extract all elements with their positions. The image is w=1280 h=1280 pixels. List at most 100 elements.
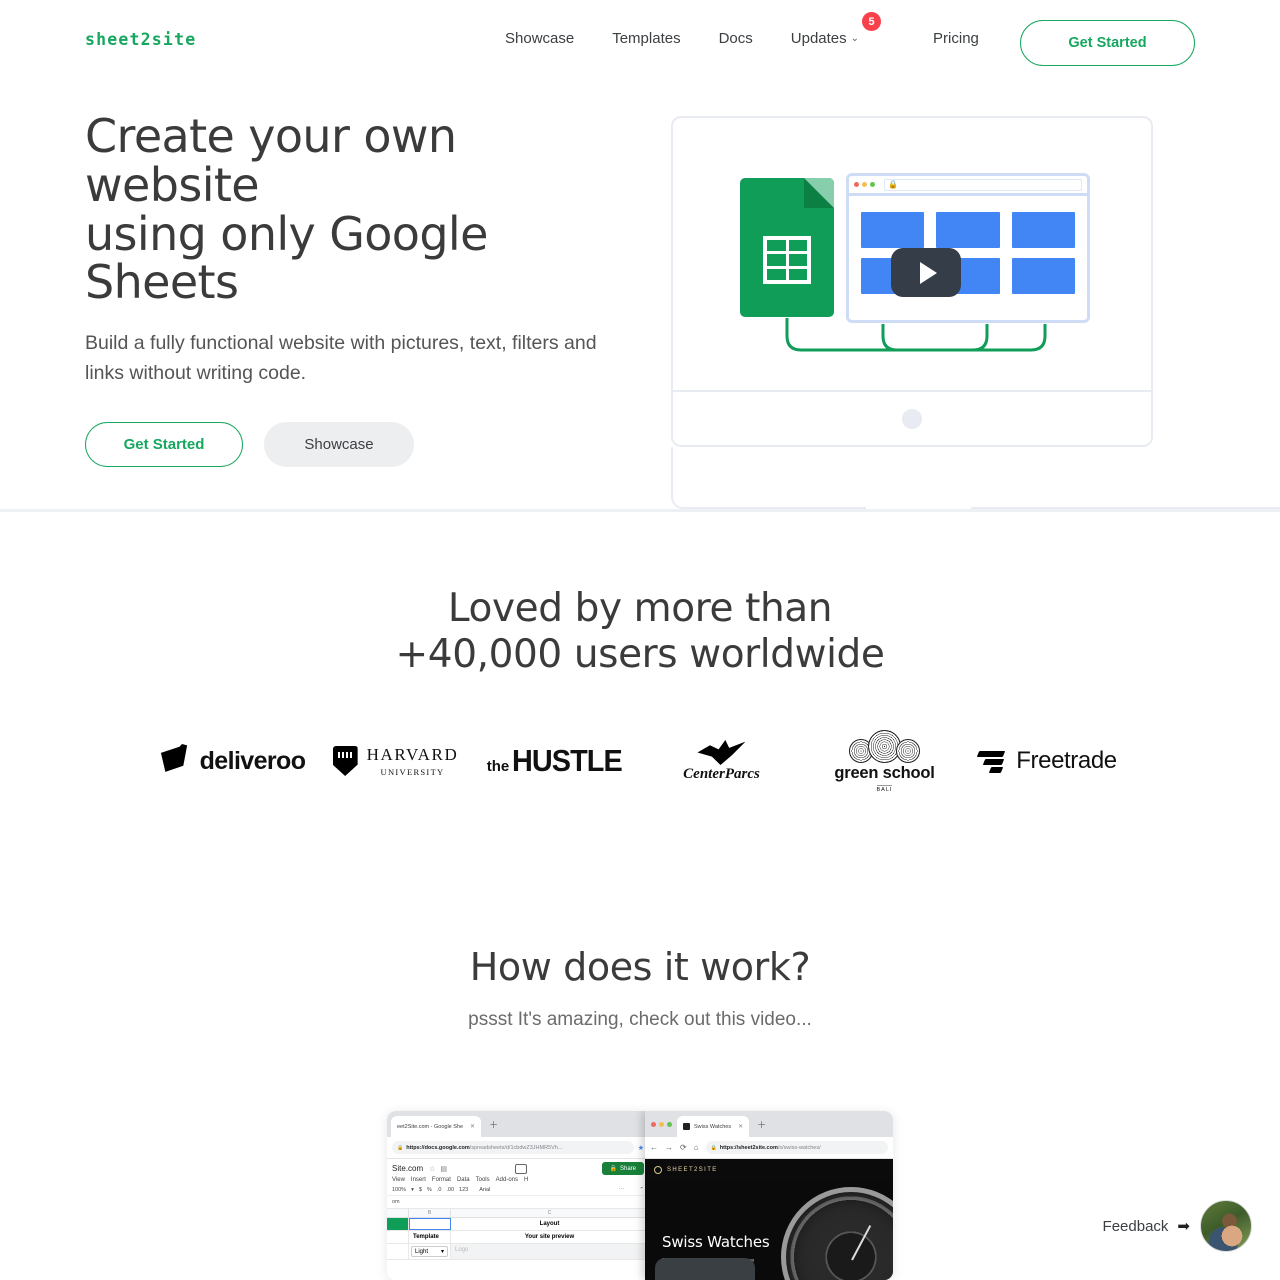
sheets-grid-glyph: [763, 236, 811, 284]
hero-get-started-button[interactable]: Get Started: [85, 422, 243, 468]
new-tab-icon[interactable]: ＋: [757, 1118, 766, 1131]
column-header-c[interactable]: C: [451, 1209, 649, 1217]
green-school-sublabel: BALI: [876, 784, 893, 793]
decrease-decimal-button[interactable]: .0: [437, 1187, 442, 1193]
main-navigation: Showcase Templates Docs Updates ⌄ 5 Prici…: [505, 12, 979, 47]
sheets-url-field[interactable]: 🔒 https://docs.google.com/spreadsheets/d…: [392, 1141, 634, 1154]
site-logo-label: SHEET2SITE: [667, 1167, 718, 1173]
menu-addons[interactable]: Add-ons: [496, 1177, 518, 1183]
monitor-stand-left: [671, 447, 866, 509]
hero-title-line-2: website: [85, 157, 260, 212]
traffic-light-close-icon: [854, 182, 859, 187]
green-school-domes-icon: [848, 729, 920, 763]
menu-help[interactable]: H: [524, 1177, 528, 1183]
template-dropdown[interactable]: Light ▾: [411, 1246, 448, 1257]
chevron-down-icon: ▾: [440, 1249, 444, 1255]
collapse-toolbar-icon[interactable]: ⌃: [639, 1187, 644, 1193]
hero-title: Create your own website using only Googl…: [85, 112, 645, 307]
menu-format[interactable]: Format: [432, 1177, 451, 1183]
site-window-urlbar: ← → ⟳ ⌂ 🔒 https://sheet2site.com/s/swiss…: [645, 1137, 893, 1159]
hero-title-line-3: using only Google: [85, 206, 488, 261]
back-arrow-icon[interactable]: ←: [650, 1143, 658, 1152]
avatar[interactable]: [1200, 1200, 1252, 1252]
hero-text-block: Create your own website using only Googl…: [85, 112, 645, 468]
traffic-light-close-icon[interactable]: [651, 1121, 656, 1127]
bookmark-star-icon[interactable]: ★: [638, 1144, 644, 1152]
watch-photo: [781, 1187, 893, 1280]
font-family-select[interactable]: Arial: [479, 1187, 490, 1193]
site-browser-window: Swiss Watches ✕ ＋ ← → ⟳ ⌂ 🔒 https://shee…: [645, 1111, 893, 1280]
forward-arrow-icon[interactable]: →: [665, 1143, 673, 1152]
reload-icon[interactable]: ⟳: [680, 1143, 687, 1152]
monitor-camera-dot: [902, 408, 922, 429]
site-logo[interactable]: sheet2site: [85, 30, 196, 49]
hero-section-divider: [0, 509, 1280, 512]
menu-tools[interactable]: Tools: [476, 1177, 490, 1183]
home-icon[interactable]: ⌂: [694, 1143, 699, 1152]
close-tab-icon[interactable]: ✕: [738, 1123, 743, 1130]
zoom-level[interactable]: 100%: [392, 1187, 406, 1193]
deliveroo-label: deliveroo: [199, 746, 306, 775]
how-it-works-title: How does it work?: [469, 945, 811, 989]
cell-template[interactable]: Template: [409, 1231, 451, 1243]
sheets-browser-tab[interactable]: eet2Site.com - Google She ✕: [391, 1116, 482, 1137]
site-header-bar: SHEET2SITE: [645, 1159, 893, 1181]
table-row: Template Your site preview: [387, 1231, 649, 1244]
sheets-tab-title: eet2Site.com - Google She: [397, 1123, 464, 1130]
content-tile: [861, 212, 925, 248]
star-icon[interactable]: ☆: [429, 1165, 435, 1173]
feedback-widget[interactable]: Feedback ➡: [1103, 1200, 1252, 1252]
selected-cell[interactable]: [409, 1218, 451, 1230]
center-parcs-label: CenterParcs: [683, 766, 760, 782]
traffic-light-minimize-icon[interactable]: [659, 1121, 664, 1127]
nav-item-showcase[interactable]: Showcase: [505, 30, 574, 47]
sheets-formula-bar[interactable]: om: [387, 1196, 649, 1209]
logo-deliveroo: deliveroo: [151, 716, 314, 806]
header-get-started-button[interactable]: Get Started: [1020, 20, 1195, 66]
site-url-field[interactable]: 🔒 https://sheet2site.com/s/swiss-watches…: [705, 1141, 888, 1154]
chevron-down-icon[interactable]: ▾: [411, 1187, 414, 1193]
nav-item-pricing[interactable]: Pricing: [933, 30, 979, 47]
logo-harvard-university: HARVARD UNIVERSITY: [314, 716, 477, 806]
traffic-light-minimize-icon: [862, 182, 867, 187]
menu-view[interactable]: View: [392, 1177, 405, 1183]
sheet2site-mark-icon: [654, 1166, 662, 1174]
freetrade-label: Freetrade: [1016, 747, 1117, 774]
hero-button-group: Get Started Showcase: [85, 422, 645, 468]
nav-item-updates[interactable]: Updates ⌄ 5: [791, 12, 882, 47]
comments-icon[interactable]: [515, 1163, 528, 1174]
more-options-icon[interactable]: ⋯: [619, 1187, 625, 1193]
browser-mockup: 🔒: [846, 173, 1090, 323]
browser-mockup-titlebar: 🔒: [849, 176, 1087, 196]
close-tab-icon[interactable]: ✕: [470, 1123, 475, 1130]
hero-showcase-button[interactable]: Showcase: [264, 422, 414, 468]
traffic-light-maximize-icon[interactable]: [667, 1121, 672, 1127]
logo-center-parcs: CenterParcs: [640, 716, 803, 806]
arrow-right-icon: ➡: [1177, 1218, 1190, 1235]
hustle-label: HUSTLE: [512, 743, 623, 778]
cell-logo[interactable]: Logo: [451, 1244, 649, 1259]
nav-item-templates[interactable]: Templates: [612, 30, 680, 47]
percent-format-button[interactable]: %: [427, 1187, 432, 1193]
number-format-button[interactable]: 123: [459, 1187, 468, 1193]
menu-data[interactable]: Data: [457, 1177, 470, 1183]
play-button-icon[interactable]: [891, 248, 961, 297]
cell-site-preview[interactable]: Your site preview: [451, 1231, 649, 1243]
nav-item-docs[interactable]: Docs: [719, 30, 753, 47]
sheets-document-title[interactable]: Site.com: [392, 1164, 423, 1173]
site-browser-tab[interactable]: Swiss Watches ✕: [677, 1116, 750, 1137]
increase-decimal-button[interactable]: .00: [446, 1187, 454, 1193]
folder-icon[interactable]: ▤: [440, 1165, 447, 1173]
content-tile: [1011, 212, 1075, 248]
new-tab-icon[interactable]: ＋: [489, 1118, 498, 1131]
how-it-works-subtitle: pssst It's amazing, check out this video…: [468, 1009, 812, 1030]
menu-insert[interactable]: Insert: [411, 1177, 426, 1183]
how-it-works-video-thumbnail[interactable]: eet2Site.com - Google She ✕ ＋ 🔒 https://…: [387, 1111, 893, 1280]
column-header-b[interactable]: B: [409, 1209, 451, 1217]
center-parcs-bird-icon: [697, 740, 746, 765]
cell-layout[interactable]: Layout: [451, 1218, 649, 1230]
site-url-domain: https://sheet2site.com: [719, 1144, 778, 1151]
sheets-toolbar: 100% ▾ $ % .0 .00 123 Arial ⋯ ⌃: [387, 1185, 649, 1196]
share-button[interactable]: 🔒 Share: [601, 1162, 644, 1175]
currency-format-button[interactable]: $: [419, 1187, 422, 1193]
